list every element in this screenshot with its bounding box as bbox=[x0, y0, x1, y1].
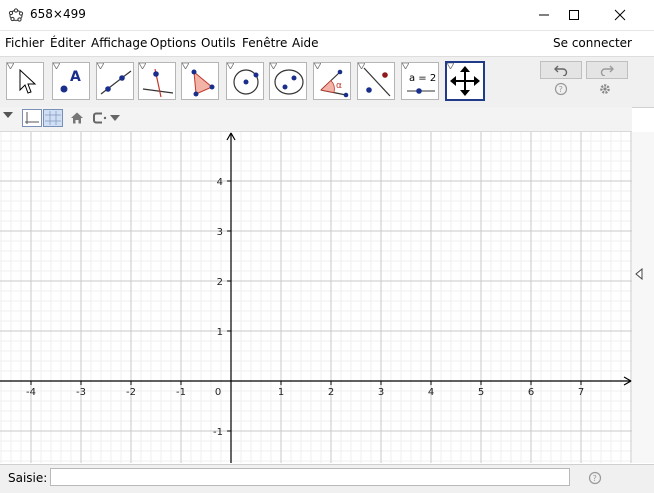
tool-reflect[interactable] bbox=[357, 62, 395, 100]
side-panel-handle[interactable] bbox=[632, 132, 654, 463]
tool-point[interactable]: A bbox=[52, 62, 90, 100]
undo-button[interactable] bbox=[540, 61, 582, 79]
y-tick-label: 1 bbox=[217, 327, 223, 338]
input-bar: Saisie: ? bbox=[0, 464, 654, 493]
tool-ellipse[interactable] bbox=[269, 62, 307, 100]
close-icon bbox=[614, 9, 626, 21]
graphics-style-bar bbox=[0, 107, 632, 132]
close-button[interactable] bbox=[598, 0, 642, 30]
menu-bar: Fichier Éditer Affichage Options Outils … bbox=[0, 32, 654, 54]
redo-button[interactable] bbox=[586, 61, 628, 79]
coordinate-plane[interactable]: -4 -3 -2 -1 0 1 2 3 4 5 6 7 4 3 2 1 -1 bbox=[0, 132, 632, 463]
menu-affichage[interactable]: Affichage bbox=[91, 36, 147, 50]
geogebra-logo-icon bbox=[8, 8, 24, 22]
svg-text:?: ? bbox=[559, 85, 563, 94]
input-label: Saisie: bbox=[8, 471, 48, 485]
y-tick-label: 2 bbox=[217, 277, 223, 288]
undo-icon bbox=[554, 65, 568, 76]
chevron-down-icon bbox=[447, 63, 454, 69]
grid-icon bbox=[45, 111, 61, 125]
x-tick-label: -2 bbox=[126, 387, 136, 398]
redo-icon bbox=[600, 65, 614, 76]
y-tick-label: -1 bbox=[213, 427, 223, 438]
input-field[interactable] bbox=[50, 468, 570, 486]
tool-line[interactable] bbox=[96, 62, 134, 100]
window-title: 658×499 bbox=[30, 7, 86, 21]
menu-fenetre[interactable]: Fenêtre bbox=[242, 36, 287, 50]
menu-options[interactable]: Options bbox=[150, 36, 196, 50]
chevron-down-icon bbox=[270, 63, 277, 69]
tool-angle[interactable]: α bbox=[313, 62, 351, 100]
chevron-down-icon bbox=[53, 63, 60, 69]
tool-circle[interactable] bbox=[226, 62, 264, 100]
expand-panel-icon[interactable] bbox=[635, 268, 643, 280]
maximize-icon bbox=[569, 10, 579, 20]
maximize-button[interactable] bbox=[552, 0, 596, 30]
svg-text:?: ? bbox=[593, 474, 597, 483]
x-tick-label: 3 bbox=[378, 387, 384, 398]
graphics-view[interactable]: -4 -3 -2 -1 0 1 2 3 4 5 6 7 4 3 2 1 -1 bbox=[0, 132, 633, 463]
chevron-down-icon bbox=[358, 63, 365, 69]
svg-text:A: A bbox=[70, 69, 81, 85]
axes-icon bbox=[25, 112, 39, 124]
y-tick-label: 3 bbox=[217, 227, 223, 238]
tool-polygon[interactable] bbox=[181, 62, 219, 100]
menu-editer[interactable]: Éditer bbox=[50, 36, 86, 50]
chevron-down-icon bbox=[97, 63, 104, 69]
x-tick-label: 7 bbox=[578, 387, 584, 398]
y-tick-label: 4 bbox=[217, 177, 223, 188]
x-tick-label: -4 bbox=[26, 387, 36, 398]
x-tick-label: 2 bbox=[328, 387, 334, 398]
tool-perpendicular[interactable] bbox=[138, 62, 176, 100]
show-grid-toggle[interactable] bbox=[43, 109, 63, 127]
chevron-down-icon bbox=[314, 63, 321, 69]
x-tick-label: 5 bbox=[478, 387, 484, 398]
x-tick-label: 0 bbox=[215, 387, 221, 398]
settings-gear-icon[interactable] bbox=[598, 82, 612, 96]
chevron-down-icon bbox=[227, 63, 234, 69]
x-tick-label: -1 bbox=[176, 387, 186, 398]
slider-tool-label: a = 2 bbox=[409, 73, 436, 84]
sign-in-link[interactable]: Se connecter bbox=[553, 36, 632, 50]
x-tick-label: -3 bbox=[76, 387, 86, 398]
chevron-down-icon bbox=[139, 63, 146, 69]
menu-fichier[interactable]: Fichier bbox=[5, 36, 44, 50]
svg-text:α: α bbox=[336, 81, 342, 91]
x-tick-label: 1 bbox=[278, 387, 284, 398]
x-tick-label: 6 bbox=[528, 387, 534, 398]
tool-move-graphics-view[interactable] bbox=[445, 61, 485, 101]
input-help-icon[interactable]: ? bbox=[588, 471, 602, 485]
menu-outils[interactable]: Outils bbox=[201, 36, 236, 50]
chevron-down-icon bbox=[402, 63, 409, 69]
tool-move[interactable] bbox=[6, 62, 44, 100]
chevron-down-icon bbox=[7, 63, 14, 69]
menu-aide[interactable]: Aide bbox=[292, 36, 319, 50]
x-tick-label: 4 bbox=[428, 387, 434, 398]
home-icon[interactable] bbox=[70, 111, 84, 125]
style-bar-toggle-icon[interactable] bbox=[3, 111, 13, 119]
chevron-down-icon bbox=[182, 63, 189, 69]
point-capture-icon[interactable] bbox=[92, 111, 122, 125]
tool-slider[interactable]: a = 2 bbox=[401, 62, 439, 100]
title-bar: 658×499 bbox=[0, 0, 654, 31]
help-icon[interactable]: ? bbox=[554, 82, 568, 96]
show-axes-toggle[interactable] bbox=[22, 109, 42, 127]
minimize-icon bbox=[539, 14, 549, 16]
